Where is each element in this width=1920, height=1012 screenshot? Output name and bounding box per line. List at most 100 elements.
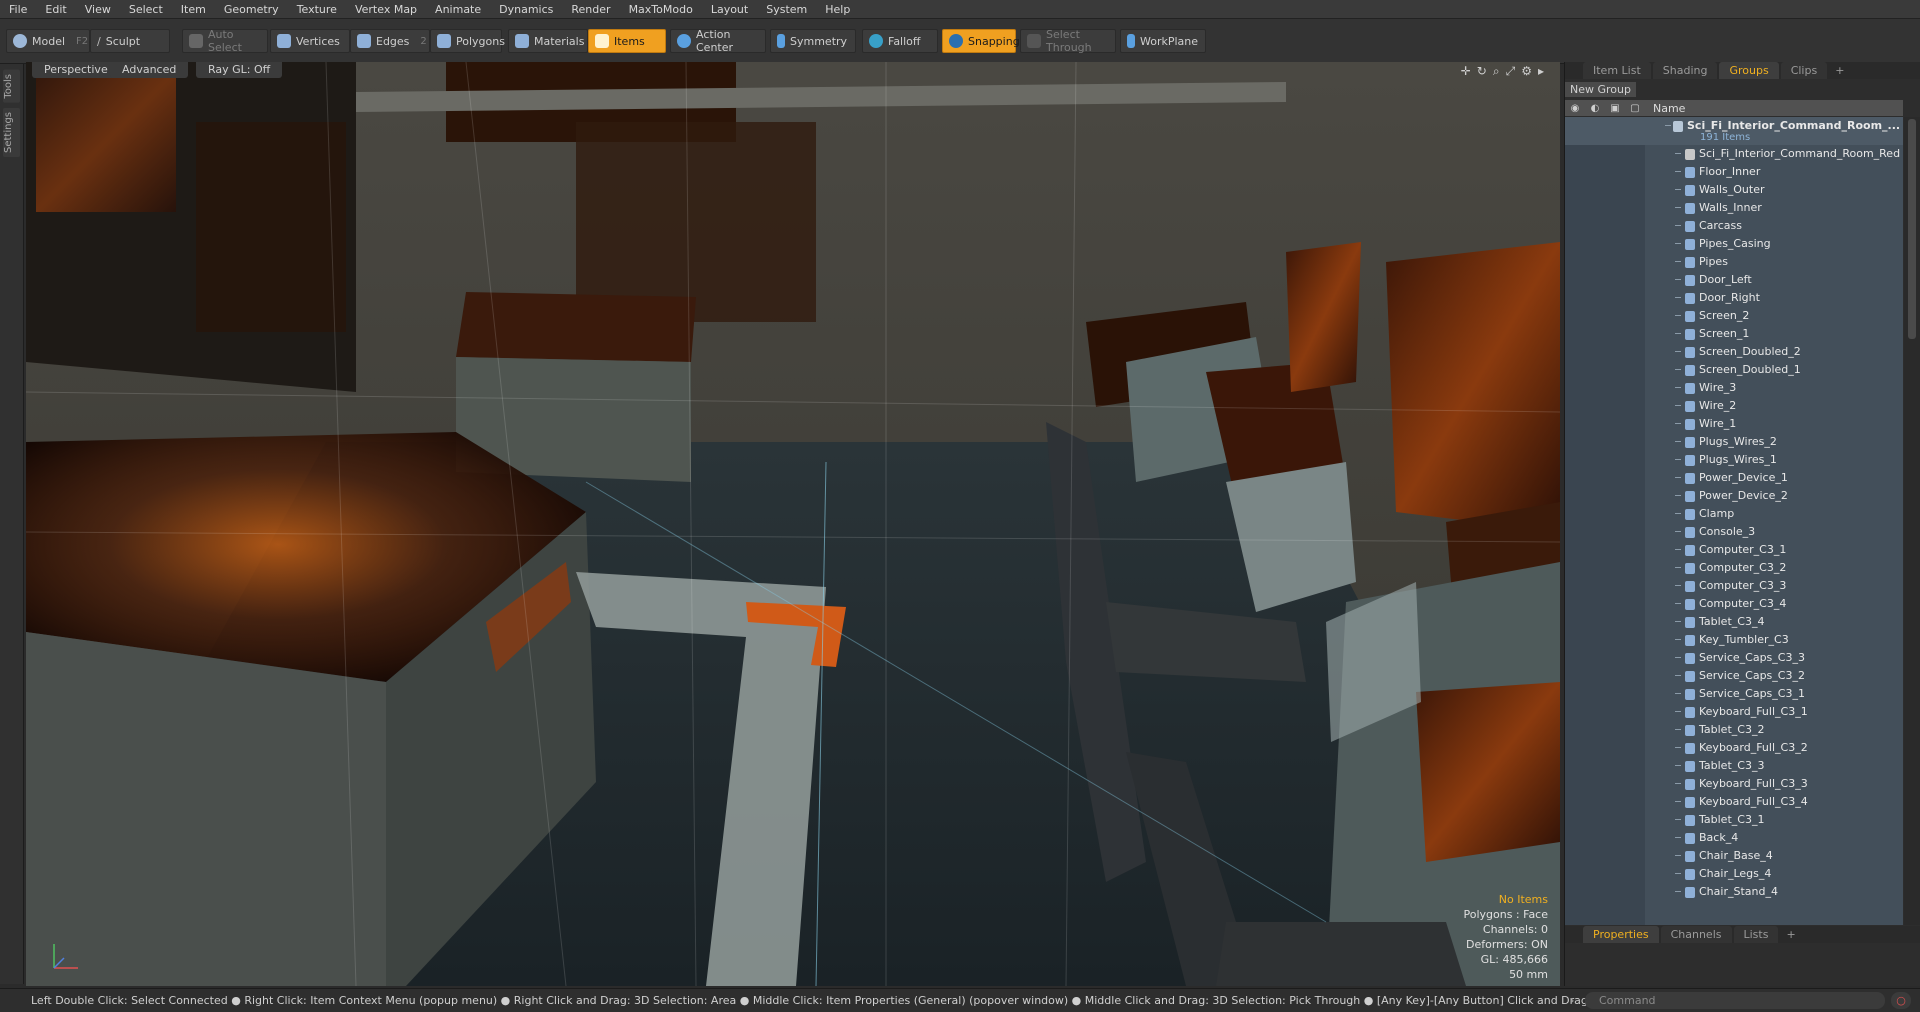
menu-render[interactable]: Render bbox=[562, 0, 619, 19]
lock-icon[interactable]: ▣ bbox=[1605, 103, 1625, 114]
play-arrow-icon[interactable]: ▸ bbox=[1538, 64, 1544, 79]
tree-item-row[interactable]: Door_Left bbox=[1565, 271, 1903, 289]
tree-item-row[interactable]: Screen_Doubled_1 bbox=[1565, 361, 1903, 379]
menu-select[interactable]: Select bbox=[120, 0, 172, 19]
zoom-icon[interactable]: ⌕ bbox=[1493, 64, 1500, 79]
tab-clips[interactable]: Clips bbox=[1780, 62, 1828, 79]
tree-item-row[interactable]: Keyboard_Full_C3_3 bbox=[1565, 775, 1903, 793]
tree-item-row[interactable]: Wire_1 bbox=[1565, 415, 1903, 433]
tree-item-row[interactable]: Tablet_C3_4 bbox=[1565, 613, 1903, 631]
tree-item-row[interactable]: Sci_Fi_Interior_Command_Room_Red bbox=[1565, 145, 1903, 163]
add-properties-tab-icon[interactable]: + bbox=[1780, 926, 1801, 943]
select-through-button[interactable]: Select Through bbox=[1020, 28, 1116, 54]
tree-item-row[interactable]: Service_Caps_C3_1 bbox=[1565, 685, 1903, 703]
tree-item-row[interactable]: Keyboard_Full_C3_1 bbox=[1565, 703, 1903, 721]
menu-view[interactable]: View bbox=[76, 0, 120, 19]
select-icon[interactable]: ▢ bbox=[1625, 103, 1645, 114]
tab-channels[interactable]: Channels bbox=[1660, 926, 1732, 943]
tree-item-row[interactable]: Screen_2 bbox=[1565, 307, 1903, 325]
tree-item-row[interactable]: Service_Caps_C3_2 bbox=[1565, 667, 1903, 685]
add-tab-icon[interactable]: + bbox=[1829, 62, 1850, 79]
polygons-mode-button[interactable]: Polygons bbox=[430, 29, 505, 53]
command-history-icon[interactable]: ○ bbox=[1891, 992, 1911, 1009]
advanced-shading-tab[interactable]: Advanced bbox=[110, 62, 189, 78]
3d-viewport[interactable]: Perspective Advanced Ray GL: Off ✛ ↻ ⌕ ⤢… bbox=[26, 62, 1560, 986]
tree-item-row[interactable]: Keyboard_Full_C3_4 bbox=[1565, 793, 1903, 811]
gear-icon[interactable]: ⚙ bbox=[1521, 64, 1532, 79]
tab-lists[interactable]: Lists bbox=[1733, 926, 1779, 943]
tree-item-row[interactable]: Plugs_Wires_2 bbox=[1565, 433, 1903, 451]
tree-item-row[interactable]: Computer_C3_1 bbox=[1565, 541, 1903, 559]
tree-item-row[interactable]: Power_Device_1 bbox=[1565, 469, 1903, 487]
menu-file[interactable]: File bbox=[0, 0, 36, 19]
action-center-button[interactable]: Action Center bbox=[670, 28, 766, 54]
render-icon[interactable]: ◐ bbox=[1585, 103, 1605, 114]
tree-item-row[interactable]: Chair_Base_4 bbox=[1565, 847, 1903, 865]
fit-icon[interactable]: ⤢ bbox=[1506, 64, 1516, 79]
tab-shading[interactable]: Shading bbox=[1652, 62, 1718, 79]
tree-item-row[interactable]: Key_Tumbler_C3 bbox=[1565, 631, 1903, 649]
tab-groups[interactable]: Groups bbox=[1719, 62, 1779, 79]
raygl-tab[interactable]: Ray GL: Off bbox=[196, 62, 283, 78]
menu-dynamics[interactable]: Dynamics bbox=[490, 0, 562, 19]
command-input[interactable]: Command bbox=[1585, 992, 1885, 1009]
tree-item-row[interactable]: Screen_1 bbox=[1565, 325, 1903, 343]
tree-item-row[interactable]: Walls_Outer bbox=[1565, 181, 1903, 199]
tree-item-row[interactable]: Service_Caps_C3_3 bbox=[1565, 649, 1903, 667]
tree-item-row[interactable]: Pipes bbox=[1565, 253, 1903, 271]
tree-item-row[interactable]: Chair_Stand_4 bbox=[1565, 883, 1903, 901]
menu-animate[interactable]: Animate bbox=[426, 0, 490, 19]
tree-item-row[interactable]: Door_Right bbox=[1565, 289, 1903, 307]
tree-item-row[interactable]: Back_4 bbox=[1565, 829, 1903, 847]
items-mode-button[interactable]: Items bbox=[588, 29, 666, 53]
materials-mode-button[interactable]: Materials bbox=[508, 29, 588, 53]
tree-item-row[interactable]: Computer_C3_2 bbox=[1565, 559, 1903, 577]
menu-texture[interactable]: Texture bbox=[288, 0, 346, 19]
tree-item-row[interactable]: Chair_Legs_4 bbox=[1565, 865, 1903, 883]
name-column-label[interactable]: Name bbox=[1653, 102, 1685, 115]
menu-vertex-map[interactable]: Vertex Map bbox=[346, 0, 426, 19]
snapping-button[interactable]: Snapping bbox=[942, 29, 1020, 53]
tab-item-list[interactable]: Item List bbox=[1583, 62, 1651, 79]
tree-item-row[interactable]: Console_3 bbox=[1565, 523, 1903, 541]
tree-item-row[interactable]: Plugs_Wires_1 bbox=[1565, 451, 1903, 469]
auto-select-button[interactable]: Auto Select bbox=[182, 28, 268, 54]
menu-geometry[interactable]: Geometry bbox=[215, 0, 288, 19]
tree-item-row[interactable]: Computer_C3_3 bbox=[1565, 577, 1903, 595]
vertices-mode-button[interactable]: Vertices 1 bbox=[270, 29, 357, 53]
group-row[interactable]: Sci_Fi_Interior_Command_Room_... 191 Ite… bbox=[1565, 117, 1903, 145]
model-mode-button[interactable]: Model F2 bbox=[6, 29, 90, 53]
tree-item-row[interactable]: Tablet_C3_2 bbox=[1565, 721, 1903, 739]
menu-system[interactable]: System bbox=[757, 0, 816, 19]
rotate-icon[interactable]: ↻ bbox=[1477, 64, 1487, 79]
tree-item-row[interactable]: Power_Device_2 bbox=[1565, 487, 1903, 505]
tree-item-row[interactable]: Tablet_C3_3 bbox=[1565, 757, 1903, 775]
edges-mode-button[interactable]: Edges 2 bbox=[350, 29, 430, 53]
tree-item-row[interactable]: Pipes_Casing bbox=[1565, 235, 1903, 253]
menu-maxtomodo[interactable]: MaxToModo bbox=[620, 0, 702, 19]
settings-tab[interactable]: Settings bbox=[3, 108, 20, 158]
tree-item-row[interactable]: Carcass bbox=[1565, 217, 1903, 235]
tree-item-row[interactable]: Clamp bbox=[1565, 505, 1903, 523]
tree-item-row[interactable]: Computer_C3_4 bbox=[1565, 595, 1903, 613]
workplane-button[interactable]: WorkPlane bbox=[1120, 29, 1206, 53]
visibility-eye-icon[interactable]: ◉ bbox=[1565, 103, 1585, 114]
menu-item[interactable]: Item bbox=[172, 0, 215, 19]
falloff-button[interactable]: Falloff bbox=[862, 29, 938, 53]
tree-item-row[interactable]: Walls_Inner bbox=[1565, 199, 1903, 217]
tools-tab[interactable]: Tools bbox=[3, 70, 20, 103]
menu-layout[interactable]: Layout bbox=[702, 0, 757, 19]
symmetry-button[interactable]: Symmetry bbox=[770, 29, 856, 53]
sculpt-mode-button[interactable]: ∕ Sculpt bbox=[90, 29, 170, 53]
tree-scrollbar[interactable] bbox=[1904, 117, 1920, 925]
menu-help[interactable]: Help bbox=[816, 0, 859, 19]
tree-item-row[interactable]: Keyboard_Full_C3_2 bbox=[1565, 739, 1903, 757]
perspective-view-tab[interactable]: Perspective bbox=[32, 62, 120, 78]
scroll-thumb[interactable] bbox=[1908, 119, 1916, 339]
tab-properties[interactable]: Properties bbox=[1583, 926, 1659, 943]
menu-edit[interactable]: Edit bbox=[36, 0, 75, 19]
tree-item-row[interactable]: Wire_3 bbox=[1565, 379, 1903, 397]
tree-item-row[interactable]: Floor_Inner bbox=[1565, 163, 1903, 181]
new-group-button[interactable]: New Group bbox=[1565, 82, 1636, 97]
tree-item-row[interactable]: Wire_2 bbox=[1565, 397, 1903, 415]
